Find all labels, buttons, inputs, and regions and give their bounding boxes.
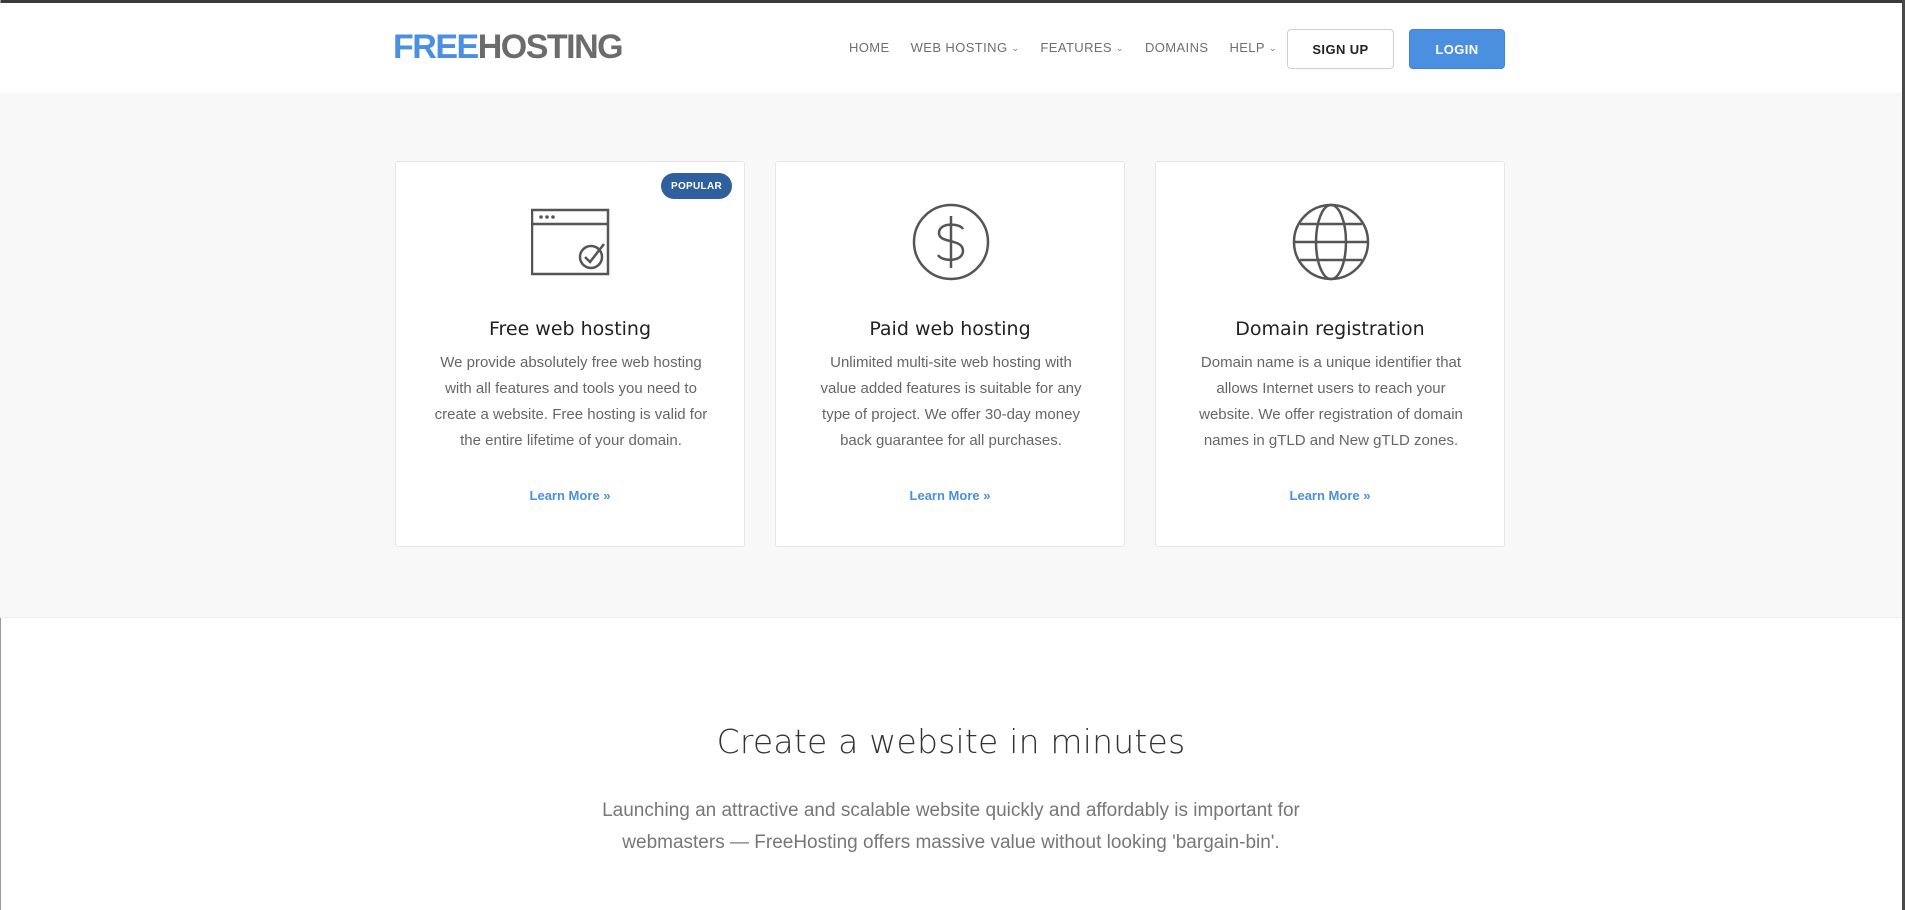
card-title: Free web hosting	[488, 318, 652, 340]
feature-card-paid-hosting: Paid web hosting Unlimited multi-site we…	[775, 161, 1125, 547]
site-logo[interactable]: FREEHOSTING	[393, 27, 624, 67]
nav-item-label: HELP	[1229, 40, 1265, 55]
logo-free-text: FREE	[393, 28, 479, 66]
card-title: Domain registration	[1235, 318, 1425, 340]
learn-more-link[interactable]: Learn More »	[776, 488, 1124, 503]
nav-item-home[interactable]: HOME	[849, 38, 890, 58]
nav-item-label: FEATURES	[1040, 40, 1112, 55]
card-description: Domain name is a unique identifier that …	[1199, 354, 1463, 449]
nav-item-domains[interactable]: DOMAINS	[1145, 38, 1208, 58]
nav-item-label: DOMAINS	[1144, 40, 1209, 55]
login-button[interactable]: LOGIN	[1409, 29, 1505, 69]
nav-item-help[interactable]: HELP ⌄	[1229, 38, 1277, 58]
chevron-down-icon: ⌄	[1011, 43, 1020, 53]
chevron-down-icon: ⌄	[1116, 43, 1124, 53]
features-section: POPULAR Free web hosting We provide abso…	[0, 93, 1902, 618]
nav-item-label: HOME	[849, 40, 890, 55]
dollar-icon	[912, 203, 990, 281]
chevron-down-icon: ⌄	[1269, 43, 1277, 53]
cta-subtitle: Launching an attractive and scalable web…	[602, 800, 1300, 853]
nav-item-features[interactable]: FEATURES ⌄	[1040, 38, 1124, 58]
cta-title: Create a website in minutes	[716, 722, 1186, 761]
card-title: Paid web hosting	[869, 318, 1031, 340]
nav-item-label: WEB HOSTING	[910, 40, 1008, 55]
site-header: FREEHOSTING HOME WEB HOSTING ⌄ FEATURES …	[0, 3, 1902, 93]
card-description: Unlimited multi-site web hosting with va…	[820, 354, 1082, 449]
popular-badge: POPULAR	[661, 173, 732, 199]
browser-check-icon	[531, 208, 610, 276]
globe-icon	[1292, 203, 1370, 281]
logo-hosting-text: HOSTING	[477, 28, 624, 66]
learn-more-link[interactable]: Learn More »	[1156, 488, 1504, 503]
main-nav: HOME WEB HOSTING ⌄ FEATURES ⌄ DOMAINS HE…	[849, 38, 1298, 58]
nav-item-web-hosting[interactable]: WEB HOSTING ⌄	[911, 38, 1020, 58]
feature-card-free-hosting: POPULAR Free web hosting We provide abso…	[395, 161, 745, 547]
signup-button[interactable]: SIGN UP	[1287, 29, 1394, 69]
feature-card-domain-registration: Domain registration Domain name is a uni…	[1155, 161, 1505, 547]
learn-more-link[interactable]: Learn More »	[396, 488, 744, 503]
card-description: We provide absolutely free web hosting w…	[434, 354, 708, 449]
